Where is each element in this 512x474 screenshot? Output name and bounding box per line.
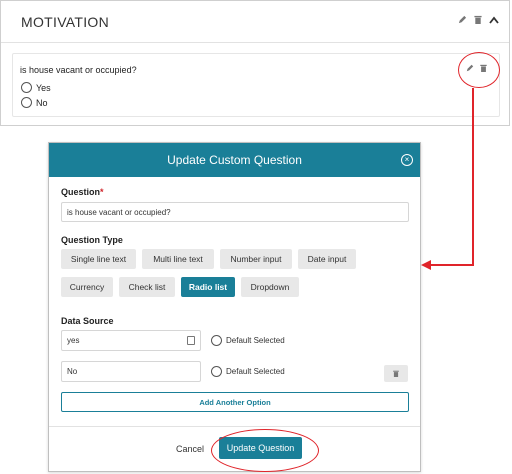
- question-label: Question*: [61, 187, 104, 197]
- chevron-up-icon[interactable]: [489, 16, 499, 24]
- default-selected-2[interactable]: Default Selected: [211, 366, 285, 377]
- modal-title: Update Custom Question: [167, 153, 302, 167]
- modal-footer-divider: [49, 426, 420, 427]
- default-selected-label: Default Selected: [226, 367, 285, 376]
- update-question-modal: Update Custom Question × Question* is ho…: [48, 142, 421, 472]
- annotation-highlight: [211, 429, 319, 472]
- radio-circle[interactable]: [21, 97, 32, 108]
- group-title: MOTIVATION: [21, 14, 110, 30]
- data-source-label: Data Source: [61, 316, 114, 326]
- radio-option-no[interactable]: No: [21, 97, 48, 108]
- add-another-option-button[interactable]: Add Another Option: [61, 392, 409, 412]
- question-type-label: Question Type: [61, 235, 123, 245]
- delete-option-button[interactable]: [384, 365, 408, 382]
- question-group-card: MOTIVATION is house vacant or occupied? …: [0, 0, 510, 126]
- radio-circle[interactable]: [211, 335, 222, 346]
- list-icon: [187, 336, 195, 345]
- type-single-line-text[interactable]: Single line text: [61, 249, 136, 269]
- modal-header: Update Custom Question ×: [49, 143, 420, 177]
- required-marker: *: [100, 187, 104, 197]
- radio-option-yes[interactable]: Yes: [21, 82, 51, 93]
- question-item: is house vacant or occupied? Yes No: [12, 53, 500, 117]
- type-multi-line-text[interactable]: Multi line text: [142, 249, 214, 269]
- annotation-highlight: [458, 52, 500, 88]
- option-input-2[interactable]: No: [61, 361, 201, 382]
- cancel-button[interactable]: Cancel: [176, 444, 204, 454]
- option-value: No: [67, 367, 78, 376]
- trash-icon[interactable]: [474, 15, 482, 24]
- pencil-icon[interactable]: [458, 15, 467, 24]
- option-input-1[interactable]: yes: [61, 330, 201, 351]
- default-selected-1[interactable]: Default Selected: [211, 335, 285, 346]
- type-currency[interactable]: Currency: [61, 277, 113, 297]
- option-value: yes: [67, 336, 80, 345]
- group-header: MOTIVATION: [1, 1, 509, 43]
- type-dropdown[interactable]: Dropdown: [241, 277, 299, 297]
- radio-label: Yes: [36, 82, 51, 93]
- type-radio-list[interactable]: Radio list: [181, 277, 235, 297]
- radio-circle[interactable]: [211, 366, 222, 377]
- question-label-text: Question: [61, 187, 101, 197]
- group-header-actions: [458, 15, 499, 24]
- question-input[interactable]: is house vacant or occupied?: [61, 202, 409, 222]
- type-check-list[interactable]: Check list: [119, 277, 175, 297]
- trash-icon: [393, 370, 399, 377]
- question-text: is house vacant or occupied?: [20, 65, 137, 75]
- type-number-input[interactable]: Number input: [220, 249, 292, 269]
- radio-circle[interactable]: [21, 82, 32, 93]
- type-date-input[interactable]: Date input: [298, 249, 356, 269]
- close-icon[interactable]: ×: [401, 154, 413, 166]
- radio-label: No: [36, 97, 48, 108]
- default-selected-label: Default Selected: [226, 336, 285, 345]
